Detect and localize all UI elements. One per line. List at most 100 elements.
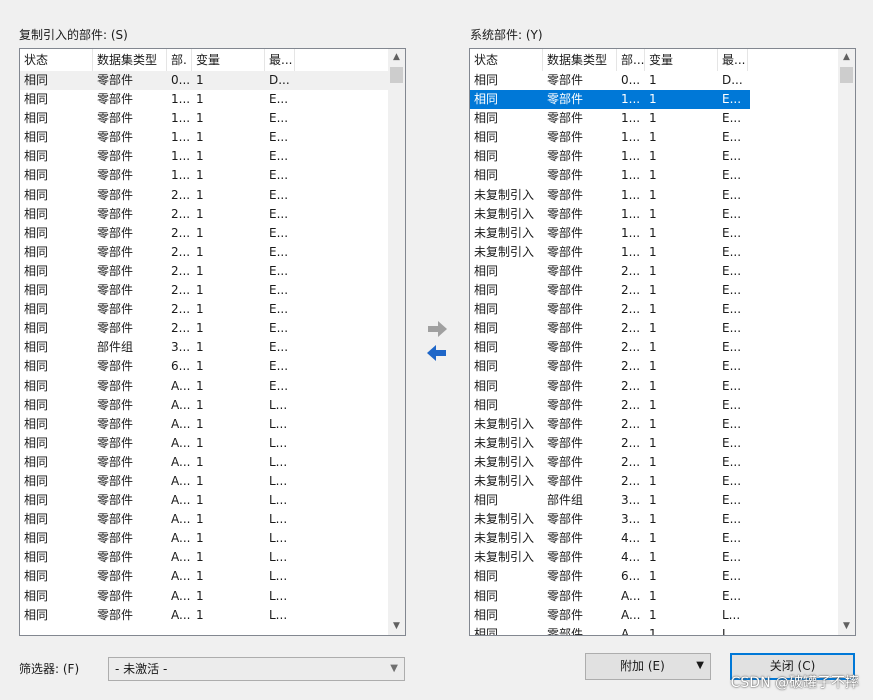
table-row[interactable]: 未复制引入 零部件 1... 1 E... xyxy=(470,186,838,205)
table-row[interactable]: 相同 零部件 A... 1 L... xyxy=(20,606,388,625)
column-header-latest[interactable]: 最... xyxy=(265,49,295,71)
table-row[interactable]: 相同 零部件 1... 1 E... xyxy=(20,128,388,147)
scroll-down-icon[interactable]: ▼ xyxy=(388,618,405,635)
cell-variant: 1 xyxy=(649,626,657,635)
move-left-button[interactable] xyxy=(425,343,449,363)
copied-parts-list[interactable]: 状态 数据集类型 部. 变量 最... 相同 零部件 0... 1 D... 相同 零部件 1… xyxy=(19,48,406,636)
table-row[interactable]: 相同 零部件 2... 1 E... xyxy=(470,300,838,319)
table-row[interactable]: 相同 零部件 1... 1 E... xyxy=(20,109,388,128)
column-header-part[interactable]: 部... xyxy=(617,49,645,71)
table-row[interactable]: 相同 零部件 2... 1 E... xyxy=(20,281,388,300)
column-header-status[interactable]: 状态 xyxy=(20,49,93,71)
table-row[interactable]: 未复制引入 零部件 2... 1 E... xyxy=(470,434,838,453)
table-row[interactable]: 相同 零部件 1... 1 E... xyxy=(470,90,750,110)
table-row[interactable]: 相同 零部件 2... 1 E... xyxy=(20,205,388,224)
table-row[interactable]: 相同 零部件 A... 1 L... xyxy=(20,548,388,567)
table-row[interactable]: 未复制引入 零部件 4... 1 E... xyxy=(470,548,838,567)
table-row[interactable]: 相同 零部件 A... 1 L... xyxy=(20,491,388,510)
table-row[interactable]: 未复制引入 零部件 4... 1 E... xyxy=(470,529,838,548)
cell-latest: E... xyxy=(269,149,289,164)
table-row[interactable]: 未复制引入 零部件 1... 1 E... xyxy=(470,224,838,243)
column-header-variant[interactable]: 变量 xyxy=(192,49,265,71)
cell-variant: 1 xyxy=(649,187,657,202)
table-row[interactable]: 相同 零部件 A... 1 L... xyxy=(20,510,388,529)
table-row[interactable]: 相同 零部件 A... 1 L... xyxy=(20,434,388,453)
cell-dataset-type: 零部件 xyxy=(547,321,584,336)
table-row[interactable]: 相同 零部件 6... 1 E... xyxy=(470,567,838,586)
table-row[interactable]: 相同 零部件 2... 1 E... xyxy=(20,319,388,338)
column-header-latest[interactable]: 最... xyxy=(718,49,748,71)
scroll-thumb[interactable] xyxy=(840,67,853,83)
table-row[interactable]: 相同 零部件 2... 1 E... xyxy=(20,224,388,243)
column-header-part[interactable]: 部. xyxy=(167,49,192,71)
table-row[interactable]: 相同 零部件 2... 1 E... xyxy=(20,243,388,262)
table-row[interactable]: 未复制引入 零部件 3... 1 E... xyxy=(470,510,838,529)
scroll-up-icon[interactable]: ▲ xyxy=(838,49,855,66)
table-row[interactable]: 相同 零部件 2... 1 E... xyxy=(470,396,838,415)
cell-status: 相同 xyxy=(24,263,49,278)
cell-part: 3... xyxy=(621,493,641,508)
table-row[interactable]: 相同 零部件 A... 1 E... xyxy=(470,587,838,606)
column-header-status[interactable]: 状态 xyxy=(470,49,543,71)
scroll-up-icon[interactable]: ▲ xyxy=(388,49,405,66)
table-row[interactable]: 相同 零部件 A... 1 L... xyxy=(20,396,388,415)
cell-variant: 1 xyxy=(196,225,204,240)
cell-dataset-type: 零部件 xyxy=(547,435,584,450)
table-row[interactable]: 相同 零部件 1... 1 E... xyxy=(20,166,388,185)
table-row[interactable]: 相同 零部件 2... 1 E... xyxy=(470,281,838,300)
table-row[interactable]: 相同 零部件 2... 1 E... xyxy=(470,357,838,376)
table-row[interactable]: 相同 零部件 2... 1 E... xyxy=(20,186,388,205)
left-scrollbar[interactable]: ▲ ▼ xyxy=(388,49,405,635)
table-row[interactable]: 未复制引入 零部件 2... 1 E... xyxy=(470,472,838,491)
cell-part: 1... xyxy=(621,244,641,259)
table-row[interactable]: 相同 零部件 2... 1 E... xyxy=(20,300,388,319)
scroll-down-icon[interactable]: ▼ xyxy=(838,618,855,635)
table-row[interactable]: 相同 零部件 1... 1 E... xyxy=(470,128,838,147)
table-row[interactable]: 相同 零部件 A... 1 L... xyxy=(20,472,388,491)
table-row[interactable]: 相同 零部件 A... 1 E... xyxy=(20,377,388,396)
table-row[interactable]: 相同 零部件 0... 1 D... xyxy=(470,71,838,90)
move-right-button[interactable] xyxy=(425,319,449,339)
table-row[interactable]: 相同 零部件 2... 1 E... xyxy=(470,262,838,281)
table-row[interactable]: 相同 零部件 A... 1 L... xyxy=(470,625,838,635)
table-row[interactable]: 相同 零部件 1... 1 E... xyxy=(470,147,838,166)
table-row[interactable]: 相同 零部件 1... 1 E... xyxy=(470,109,838,128)
cell-dataset-type: 零部件 xyxy=(97,168,134,183)
table-row[interactable]: 相同 零部件 A... 1 L... xyxy=(20,529,388,548)
table-row[interactable]: 未复制引入 零部件 2... 1 E... xyxy=(470,453,838,472)
column-header-dataset-type[interactable]: 数据集类型 xyxy=(543,49,617,71)
table-row[interactable]: 相同 零部件 A... 1 L... xyxy=(20,453,388,472)
table-row[interactable]: 相同 零部件 A... 1 L... xyxy=(20,567,388,586)
filter-dropdown[interactable]: - 未激活 - ▼ xyxy=(108,657,405,681)
right-scrollbar[interactable]: ▲ ▼ xyxy=(838,49,855,635)
cell-latest: L... xyxy=(269,550,288,565)
cell-part: A... xyxy=(621,588,641,603)
table-row[interactable]: 相同 零部件 2... 1 E... xyxy=(470,319,838,338)
table-row[interactable]: 相同 零部件 2... 1 E... xyxy=(470,377,838,396)
add-button[interactable]: 附加 (E) ▼ xyxy=(585,653,711,680)
table-row[interactable]: 未复制引入 零部件 1... 1 E... xyxy=(470,243,838,262)
table-row[interactable]: 相同 零部件 1... 1 E... xyxy=(470,166,838,185)
cell-part: A... xyxy=(171,473,191,488)
table-row[interactable]: 相同 零部件 1... 1 E... xyxy=(20,147,388,166)
cell-dataset-type: 零部件 xyxy=(547,244,584,259)
table-row[interactable]: 未复制引入 零部件 1... 1 E... xyxy=(470,205,838,224)
table-row[interactable]: 相同 部件组 3... 1 E... xyxy=(470,491,838,510)
table-row[interactable]: 相同 零部件 2... 1 E... xyxy=(470,338,838,357)
table-row[interactable]: 相同 部件组 3... 1 E... xyxy=(20,338,388,357)
table-row[interactable]: 相同 零部件 A... 1 L... xyxy=(20,587,388,606)
table-row[interactable]: 相同 零部件 0... 1 D... xyxy=(20,71,388,91)
table-row[interactable]: 相同 零部件 A... 1 L... xyxy=(470,606,838,625)
table-row[interactable]: 相同 零部件 A... 1 L... xyxy=(20,415,388,434)
table-row[interactable]: 相同 零部件 1... 1 E... xyxy=(20,90,388,109)
dropdown-arrow-icon[interactable]: ▼ xyxy=(696,654,704,678)
column-header-dataset-type[interactable]: 数据集类型 xyxy=(93,49,167,71)
cell-part: 2... xyxy=(171,321,191,336)
table-row[interactable]: 相同 零部件 2... 1 E... xyxy=(20,262,388,281)
column-header-variant[interactable]: 变量 xyxy=(645,49,718,71)
cell-status: 相同 xyxy=(474,626,499,635)
table-row[interactable]: 相同 零部件 6... 1 E... xyxy=(20,357,388,376)
system-parts-list[interactable]: 状态 数据集类型 部... 变量 最... 相同 零部件 0... 1 D... 相同 零部… xyxy=(469,48,856,636)
scroll-thumb[interactable] xyxy=(390,67,403,83)
table-row[interactable]: 未复制引入 零部件 2... 1 E... xyxy=(470,415,838,434)
